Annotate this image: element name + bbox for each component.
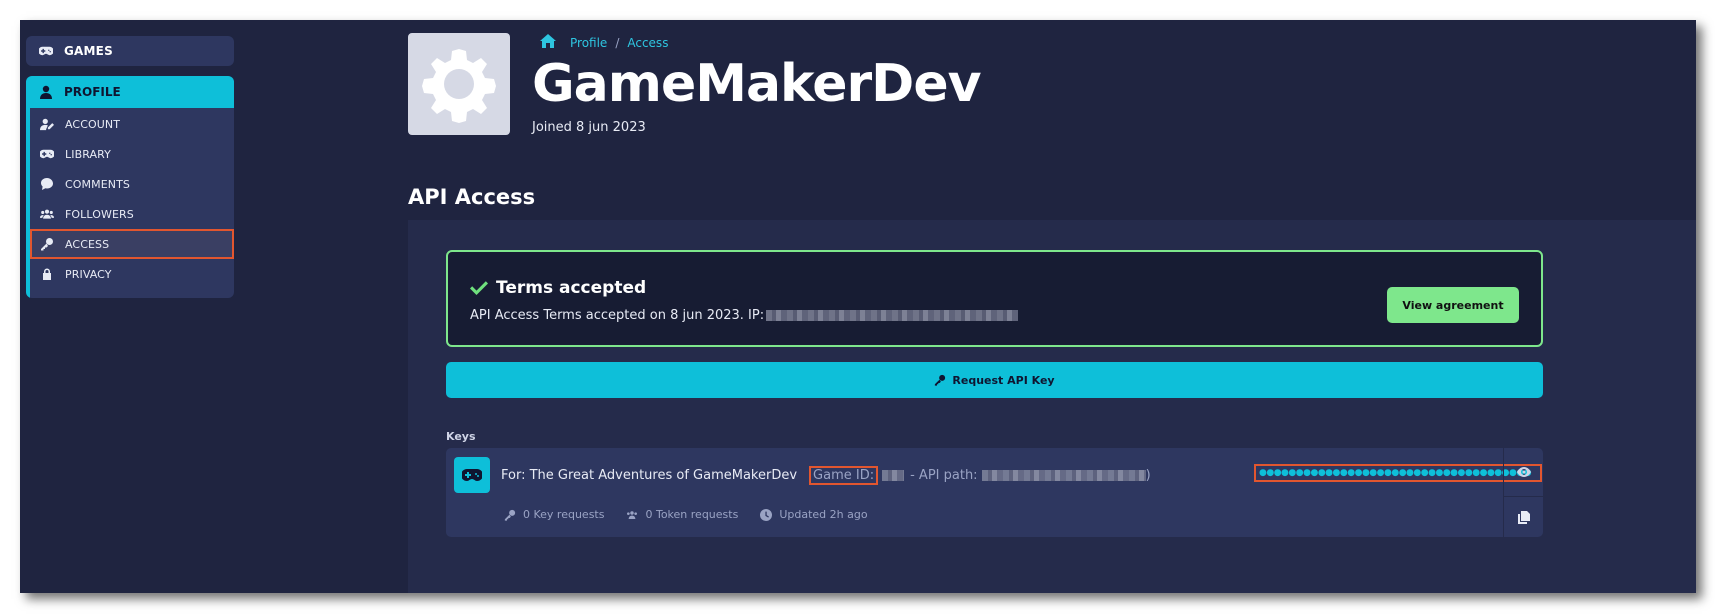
sidebar-item-account[interactable]: ACCOUNT: [30, 109, 234, 139]
key-for-text: For: The Great Adventures of GameMakerDe…: [501, 468, 798, 483]
gear-logo-icon: [422, 49, 496, 123]
sidebar-item-label: LIBRARY: [65, 147, 111, 161]
terms-text-value: API Access Terms accepted on 8 jun 2023.…: [470, 308, 765, 323]
key-info-line: For: The Great Adventures of GameMakerDe…: [501, 466, 1151, 485]
breadcrumb-profile-link[interactable]: Profile: [570, 36, 607, 50]
sidebar-item-label: ACCESS: [65, 237, 110, 251]
redacted-ip: [766, 310, 1019, 321]
sidebar-profile-group: PROFILE ACCOUNT LIBRARY COMMENTS FOLLOWE…: [26, 76, 234, 298]
copy-key-button[interactable]: [1503, 496, 1543, 537]
redacted-api-path: [981, 470, 1146, 481]
sidebar-item-profile[interactable]: PROFILE: [26, 76, 234, 108]
gamepad-icon: [462, 469, 482, 481]
eye-icon: [1516, 467, 1531, 477]
gamepad-icon: [39, 147, 55, 161]
sidebar-item-label: PROFILE: [64, 85, 121, 99]
request-api-key-button[interactable]: Request API Key: [446, 362, 1543, 398]
copy-icon: [1517, 510, 1530, 524]
lock-icon: [39, 267, 55, 281]
user-icon: [38, 85, 54, 99]
sidebar-item-label: GAMES: [64, 44, 113, 58]
redacted-game-id: [882, 470, 905, 481]
token-requests-text: 0 Token requests: [645, 508, 739, 521]
breadcrumb-separator: /: [615, 35, 620, 50]
sidebar-item-label: ACCOUNT: [65, 117, 121, 131]
users-icon: [627, 510, 638, 519]
terms-box: Terms accepted API Access Terms accepted…: [446, 250, 1543, 347]
sidebar-item-access[interactable]: ACCESS: [30, 229, 234, 259]
game-id-label: Game ID:: [809, 466, 879, 485]
game-thumbnail: [454, 457, 490, 493]
terms-title-text: Terms accepted: [496, 278, 647, 298]
gamepad-icon: [38, 44, 54, 58]
request-api-key-label: Request API Key: [952, 373, 1055, 387]
joined-date: Joined 8 jun 2023: [532, 120, 646, 135]
home-icon[interactable]: [540, 34, 570, 51]
sidebar-item-games[interactable]: GAMES: [26, 36, 234, 66]
sidebar-item-label: FOLLOWERS: [65, 207, 134, 221]
api-path-label: - API path:: [910, 468, 978, 483]
breadcrumb-access-link[interactable]: Access: [627, 36, 668, 50]
page-title: GameMakerDev: [532, 54, 981, 114]
api-key-card: For: The Great Adventures of GameMakerDe…: [446, 448, 1543, 537]
comment-icon: [39, 177, 55, 191]
key-icon: [504, 509, 516, 521]
key-requests-text: 0 Key requests: [523, 508, 605, 521]
key-icon: [935, 374, 946, 386]
terms-text: API Access Terms accepted on 8 jun 2023.…: [470, 308, 1019, 323]
clock-icon: [760, 508, 773, 521]
app-window: GAMES PROFILE ACCOUNT LIBRARY COMMENTS F…: [20, 20, 1696, 593]
sidebar-item-label: COMMENTS: [65, 177, 131, 191]
avatar: [408, 33, 510, 135]
sidebar-item-privacy[interactable]: PRIVACY: [30, 259, 234, 289]
updated-stat: Updated 2h ago: [760, 508, 868, 521]
sidebar-submenu: ACCOUNT LIBRARY COMMENTS FOLLOWERS ACCES…: [26, 108, 234, 298]
terms-title: Terms accepted: [470, 278, 646, 298]
updated-text: Updated 2h ago: [779, 508, 868, 521]
breadcrumb: Profile / Access: [540, 34, 668, 51]
closing-paren: ): [1145, 468, 1151, 483]
token-requests-stat: 0 Token requests: [626, 508, 738, 521]
section-title: API Access: [408, 185, 536, 209]
users-icon: [39, 207, 55, 221]
sidebar-item-library[interactable]: LIBRARY: [30, 139, 234, 169]
check-icon: [470, 281, 488, 295]
sidebar-item-comments[interactable]: COMMENTS: [30, 169, 234, 199]
user-edit-icon: [39, 117, 55, 131]
key-requests-stat: 0 Key requests: [504, 508, 604, 521]
view-agreement-button[interactable]: View agreement: [1387, 287, 1519, 323]
reveal-key-button[interactable]: [1503, 448, 1543, 496]
keys-label: Keys: [446, 430, 476, 443]
key-icon: [39, 237, 55, 251]
key-stats: 0 Key requests 0 Token requests Updated …: [504, 508, 890, 521]
sidebar-item-label: PRIVACY: [65, 267, 112, 281]
api-key-secret[interactable]: ●●●●●●●●●●●●●●●●●●●●●●●●●●●●●●●●●●●●●: [1254, 464, 1542, 482]
sidebar-item-followers[interactable]: FOLLOWERS: [30, 199, 234, 229]
